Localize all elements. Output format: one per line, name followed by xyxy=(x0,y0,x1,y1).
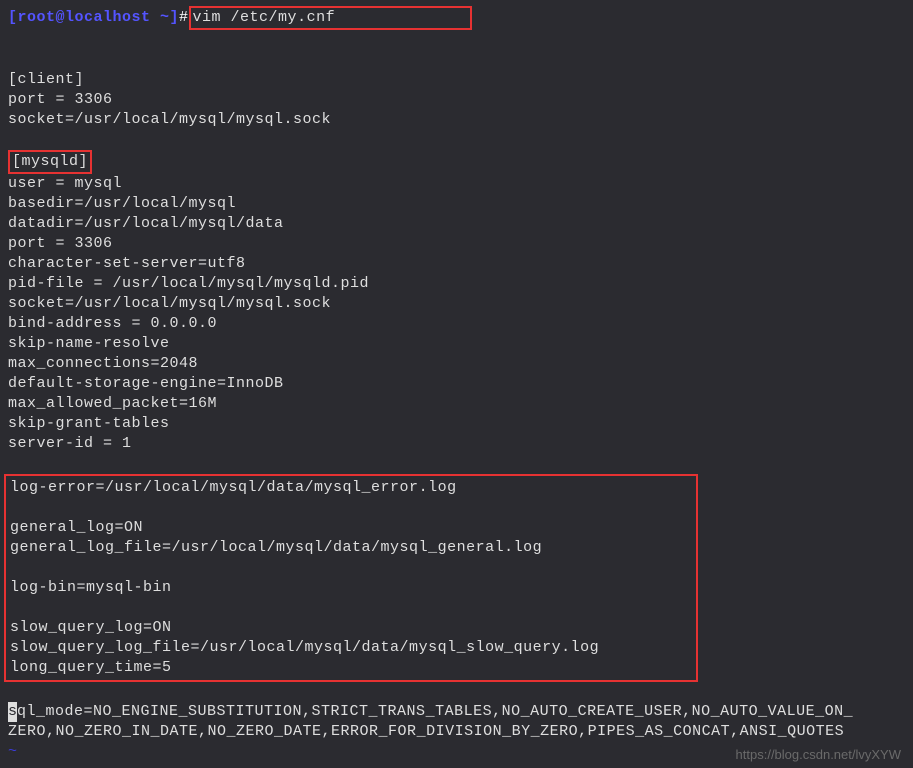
long-query-time-line: long_query_time=5 xyxy=(10,658,692,678)
shell-prompt-line: [root@localhost ~]#vim /etc/my.cnf xyxy=(8,6,905,30)
client-port-line: port = 3306 xyxy=(8,90,905,110)
slow-query-log-line: slow_query_log=ON xyxy=(10,618,692,638)
blank-line xyxy=(10,598,692,618)
sql-mode-line-2: ZERO,NO_ZERO_IN_DATE,NO_ZERO_DATE,ERROR_… xyxy=(8,722,905,742)
server-id-line: server-id = 1 xyxy=(8,434,905,454)
blank-line xyxy=(8,682,905,702)
log-error-line: log-error=/usr/local/mysql/data/mysql_er… xyxy=(10,478,692,498)
watermark-text: https://blog.csdn.net/lvyXYW xyxy=(736,747,901,762)
mysqld-port-line: port = 3306 xyxy=(8,234,905,254)
skip-name-resolve-line: skip-name-resolve xyxy=(8,334,905,354)
prompt-hash: # xyxy=(179,9,189,26)
general-log-file-line: general_log_file=/usr/local/mysql/data/m… xyxy=(10,538,692,558)
bind-address-line: bind-address = 0.0.0.0 xyxy=(8,314,905,334)
log-bin-line: log-bin=mysql-bin xyxy=(10,578,692,598)
terminal-window[interactable]: [root@localhost ~]#vim /etc/my.cnf [clie… xyxy=(0,0,913,768)
skip-grant-line: skip-grant-tables xyxy=(8,414,905,434)
vim-cursor: s xyxy=(8,702,17,722)
blank-line xyxy=(10,498,692,518)
max-connections-line: max_connections=2048 xyxy=(8,354,905,374)
blank-line xyxy=(8,50,905,70)
datadir-line: datadir=/usr/local/mysql/data xyxy=(8,214,905,234)
vim-command: vim /etc/my.cnf xyxy=(193,9,336,26)
user-line: user = mysql xyxy=(8,174,905,194)
client-socket-line: socket=/usr/local/mysql/mysql.sock xyxy=(8,110,905,130)
blank-line xyxy=(10,558,692,578)
prompt-user-host: [root@localhost ~] xyxy=(8,9,179,26)
basedir-line: basedir=/usr/local/mysql xyxy=(8,194,905,214)
mysqld-section-wrapper: [mysqld] xyxy=(8,150,905,174)
sql-mode-line-1: sql_mode=NO_ENGINE_SUBSTITUTION,STRICT_T… xyxy=(8,702,905,722)
charset-line: character-set-server=utf8 xyxy=(8,254,905,274)
highlighted-mysqld-box: [mysqld] xyxy=(8,150,92,174)
mysqld-socket-line: socket=/usr/local/mysql/mysql.sock xyxy=(8,294,905,314)
highlighted-command-box: vim /etc/my.cnf xyxy=(189,6,473,30)
mysqld-section-header: [mysqld] xyxy=(12,153,88,170)
default-engine-line: default-storage-engine=InnoDB xyxy=(8,374,905,394)
pidfile-line: pid-file = /usr/local/mysql/mysqld.pid xyxy=(8,274,905,294)
blank-line xyxy=(8,130,905,150)
highlighted-log-config-box: log-error=/usr/local/mysql/data/mysql_er… xyxy=(4,474,698,682)
slow-query-file-line: slow_query_log_file=/usr/local/mysql/dat… xyxy=(10,638,692,658)
blank-line xyxy=(8,454,905,474)
client-section-header: [client] xyxy=(8,70,905,90)
general-log-line: general_log=ON xyxy=(10,518,692,538)
max-packet-line: max_allowed_packet=16M xyxy=(8,394,905,414)
blank-line xyxy=(8,30,905,50)
sql-mode-rest-1: ql_mode=NO_ENGINE_SUBSTITUTION,STRICT_TR… xyxy=(17,703,853,720)
